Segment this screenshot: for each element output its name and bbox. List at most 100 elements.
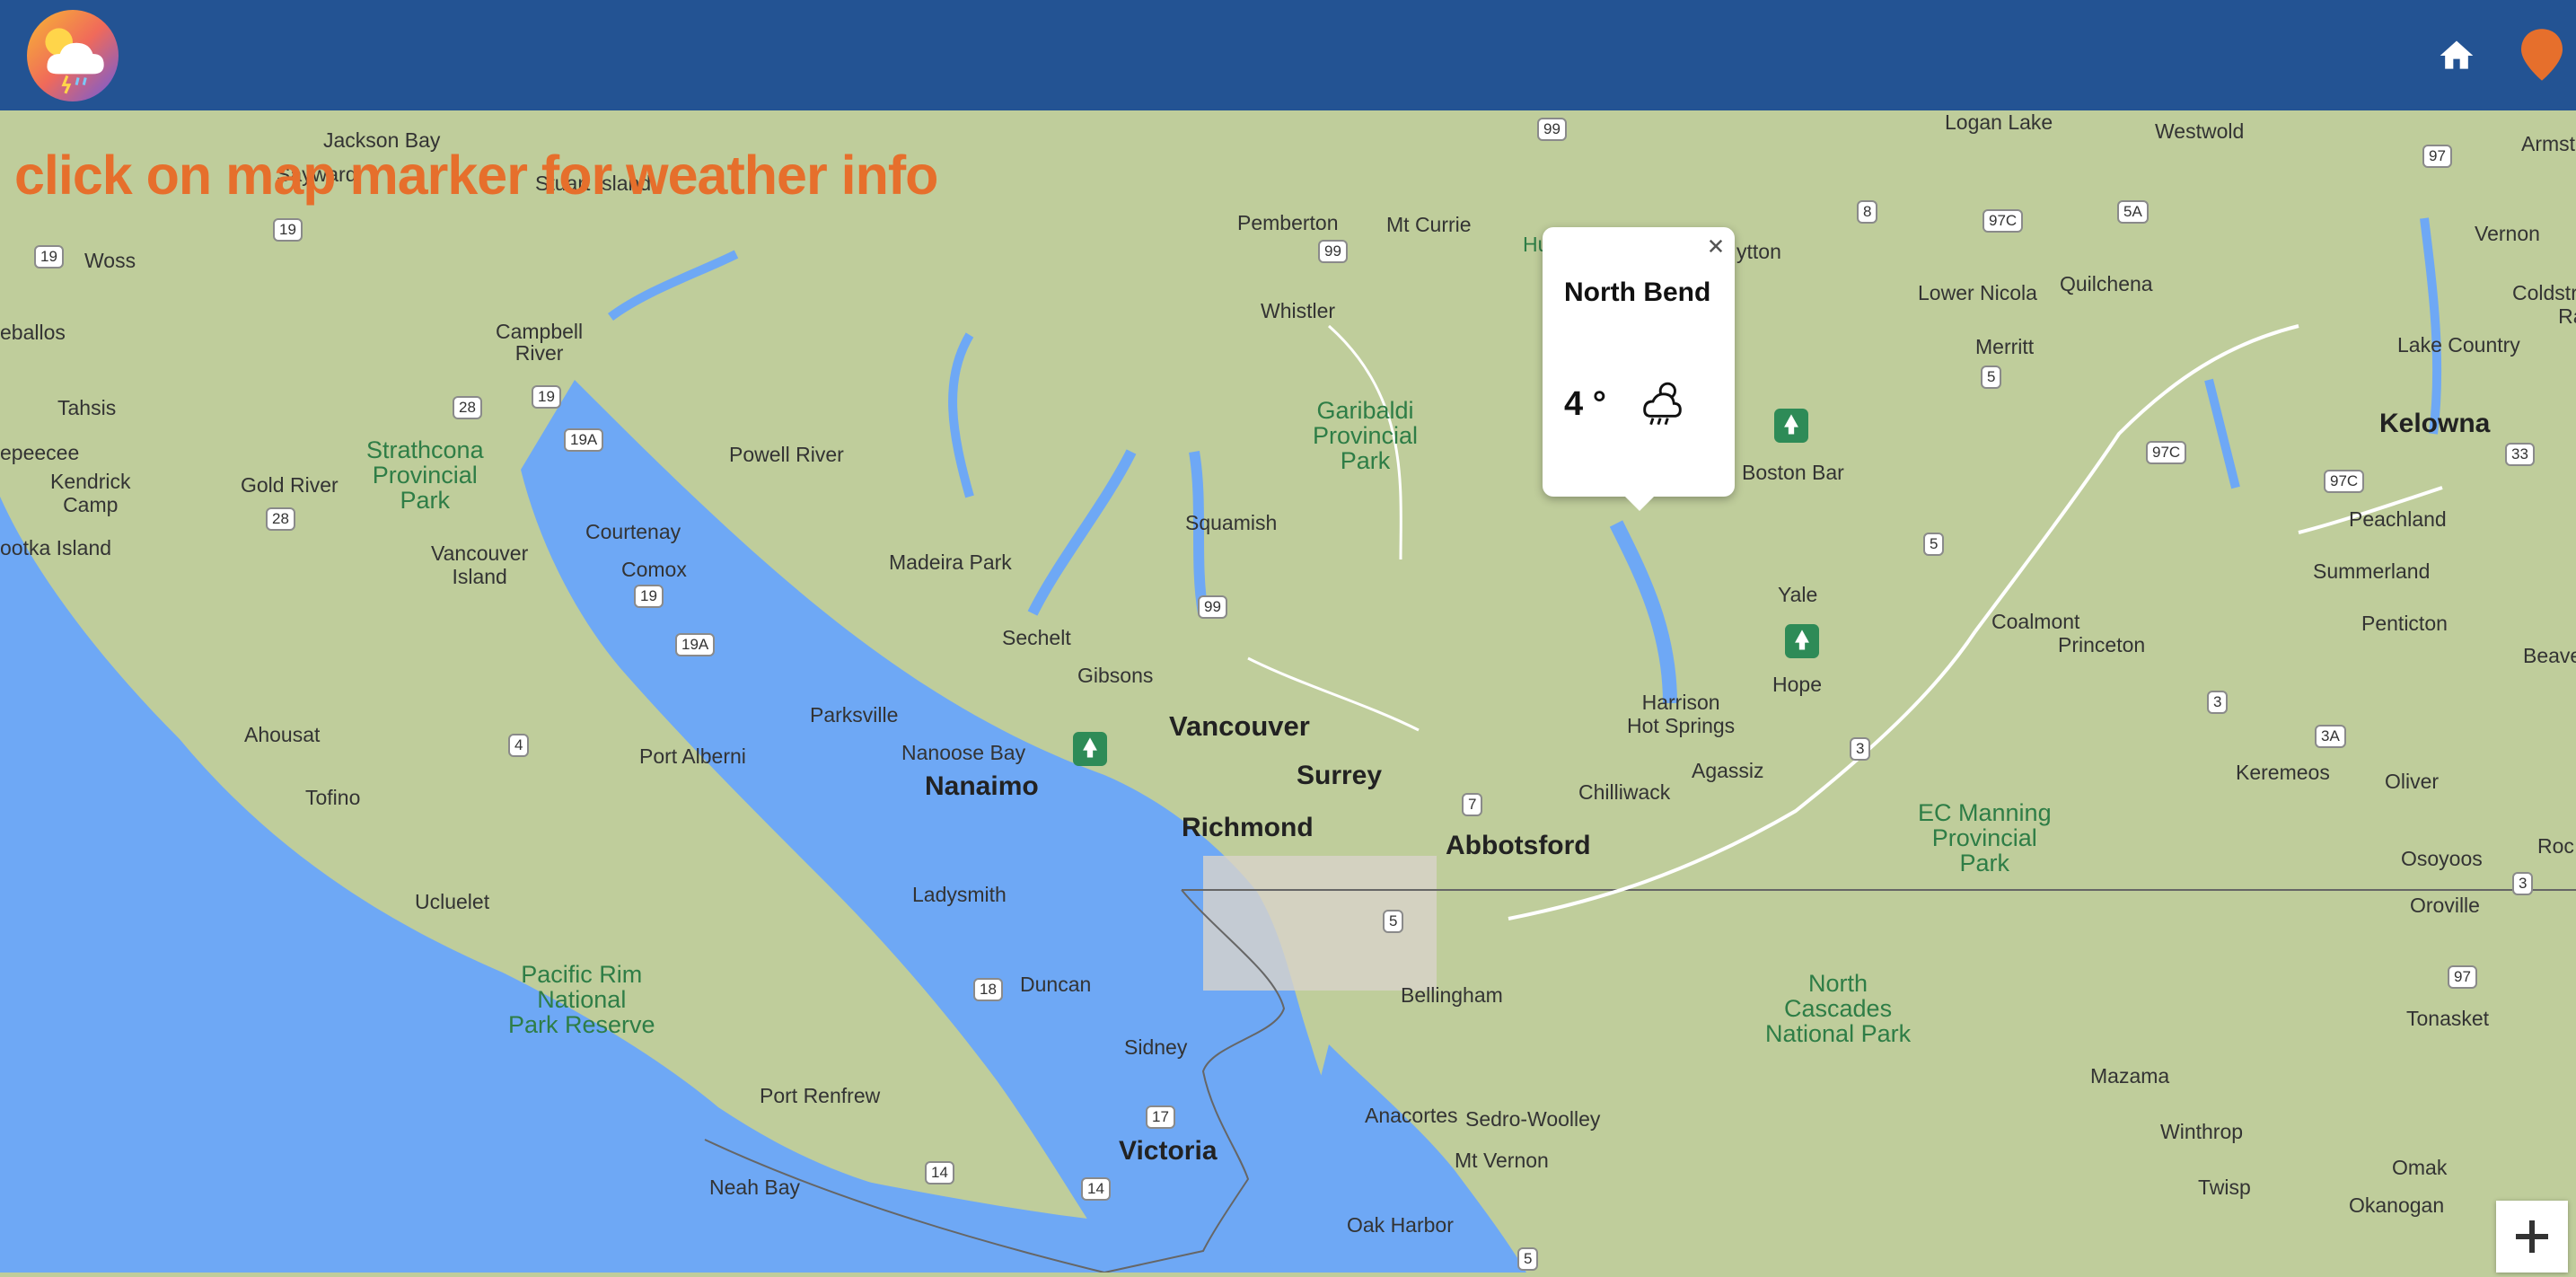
map-label: Gibsons <box>1077 664 1154 687</box>
map-label: Madeira Park <box>889 550 1012 574</box>
map-label: eballos <box>0 321 66 344</box>
map-view[interactable]: Jackson Bay Sayward Stuart Island Woss C… <box>0 110 2576 1273</box>
map-label: Hope <box>1772 673 1822 696</box>
park-label: EC Manning Provincial Park <box>1918 799 2052 876</box>
map-label: Oliver <box>2385 770 2440 793</box>
map-label: Squamish <box>1185 511 1278 534</box>
route-shield: 4 <box>508 734 530 757</box>
map-label: Tonasket <box>2406 1007 2490 1030</box>
route-shield: 97C <box>1983 209 2024 233</box>
map-label: Tofino <box>305 786 361 809</box>
map-label: Vernon <box>2475 222 2540 245</box>
route-shield: 97C <box>2146 441 2187 464</box>
map-label: Mazama <box>2090 1064 2170 1088</box>
close-icon[interactable] <box>1702 233 1729 260</box>
map-label: Mt Vernon <box>1455 1149 1549 1172</box>
park-icon <box>1785 624 1819 658</box>
map-label: Roc <box>2537 834 2574 858</box>
popup-temperature: 4 ° <box>1564 385 1606 423</box>
location-pin-icon[interactable] <box>2521 29 2563 81</box>
park-label: Pacific Rim National Park Reserve <box>508 961 655 1038</box>
map-label: Powell River <box>729 443 844 466</box>
map-label: Anacortes <box>1365 1104 1458 1127</box>
map-label: Port Renfrew <box>760 1084 881 1107</box>
map-label: Merritt <box>1975 335 2035 358</box>
map-label: Ucluelet <box>415 890 490 913</box>
map-label: Princeton <box>2058 633 2146 656</box>
route-shield: 17 <box>1146 1105 1175 1129</box>
map-label: Abbotsford <box>1446 831 1591 860</box>
route-shield: 19 <box>34 245 64 269</box>
plus-icon <box>2516 1220 2548 1253</box>
map-label: Osoyoos <box>2401 847 2483 870</box>
map-label: Pemberton <box>1237 211 1339 234</box>
map-label: Campbell River <box>496 320 584 365</box>
map-label: Lower Nicola <box>1918 281 2037 304</box>
route-shield: 5 <box>1517 1247 1539 1271</box>
home-icon[interactable] <box>2437 36 2476 75</box>
map-label: Comox <box>621 558 687 581</box>
route-shield: 7 <box>1462 793 1483 816</box>
map-label: Sidney <box>1124 1035 1188 1059</box>
map-label: Twisp <box>2198 1176 2251 1199</box>
map-label: Tahsis <box>57 396 117 419</box>
map-label: Quilchena <box>2060 272 2153 295</box>
map-label: ytton <box>1736 240 1781 263</box>
map-label: Victoria <box>1119 1136 1218 1166</box>
map-label: Okanogan <box>2349 1193 2445 1217</box>
route-shield: 5 <box>1981 365 2002 389</box>
zoom-in-button[interactable] <box>2496 1201 2568 1273</box>
map-label: Penticton <box>2361 612 2448 635</box>
route-shield: 3 <box>2207 691 2229 714</box>
map-label: Logan Lake <box>1945 110 2053 134</box>
route-shield: 97 <box>2422 145 2452 168</box>
map-label: Winthrop <box>2160 1120 2244 1143</box>
map-label: Oak Harbor <box>1347 1213 1454 1237</box>
route-shield: 5A <box>2117 200 2149 224</box>
cloud-sun-rain-icon <box>1643 382 1682 426</box>
map-label: Peachland <box>2349 507 2447 531</box>
map-label: Agassiz <box>1692 759 1764 782</box>
map-label: Gold River <box>241 473 338 497</box>
map-label: Harrison Hot Springs <box>1627 691 1736 737</box>
route-shield: 14 <box>925 1161 954 1185</box>
route-shield: 3A <box>2315 725 2346 748</box>
park-icon <box>1774 409 1808 443</box>
route-shield: 97C <box>2324 470 2365 493</box>
route-shield: 19 <box>273 218 303 242</box>
park-label: Strathcona Provincial Park <box>366 436 484 514</box>
map-label: Whistler <box>1261 299 1336 322</box>
weather-popup: North Bend 4 ° <box>1543 227 1735 511</box>
route-shield: 18 <box>973 978 1003 1001</box>
map-label: Omak <box>2392 1156 2448 1179</box>
map-label: Vancouver Island <box>431 542 529 588</box>
map-label: Oroville <box>2410 894 2480 917</box>
map-label: Kendrick Camp <box>50 470 131 516</box>
route-shield: 97 <box>2448 965 2477 989</box>
map-label: Kelowna <box>2379 409 2491 438</box>
map-instruction-text: click on map marker for weather info <box>14 145 938 206</box>
map-label: Vancouver <box>1169 710 1310 742</box>
route-shield: 99 <box>1537 118 1567 141</box>
map-label: Richmond <box>1182 813 1314 842</box>
route-shield: 28 <box>266 507 295 531</box>
map-label: Westwold <box>2155 119 2245 143</box>
map-label: Ladysmith <box>912 883 1007 906</box>
map-label: Beave <box>2523 644 2576 667</box>
route-shield: 3 <box>1850 737 1871 761</box>
map-label: Coldstream Ranch <box>2512 281 2576 328</box>
map-label: Ahousat <box>244 723 321 746</box>
map-label: Armstrong <box>2521 132 2576 155</box>
park-label: Garibaldi Provincial Park <box>1313 397 1419 474</box>
map-label: Surrey <box>1297 761 1383 790</box>
map-label: Neah Bay <box>709 1176 801 1199</box>
map-terrain <box>0 110 2576 1273</box>
map-label: Nanaimo <box>925 771 1039 801</box>
weather-app-logo-icon[interactable] <box>27 10 119 101</box>
route-shield: 5 <box>1923 533 1945 556</box>
app-header <box>0 0 2576 110</box>
map-label: Yale <box>1778 583 1818 606</box>
map-label: Boston Bar <box>1742 461 1844 484</box>
route-shield: 14 <box>1081 1177 1111 1201</box>
map-label: Sedro-Woolley <box>1465 1107 1601 1131</box>
